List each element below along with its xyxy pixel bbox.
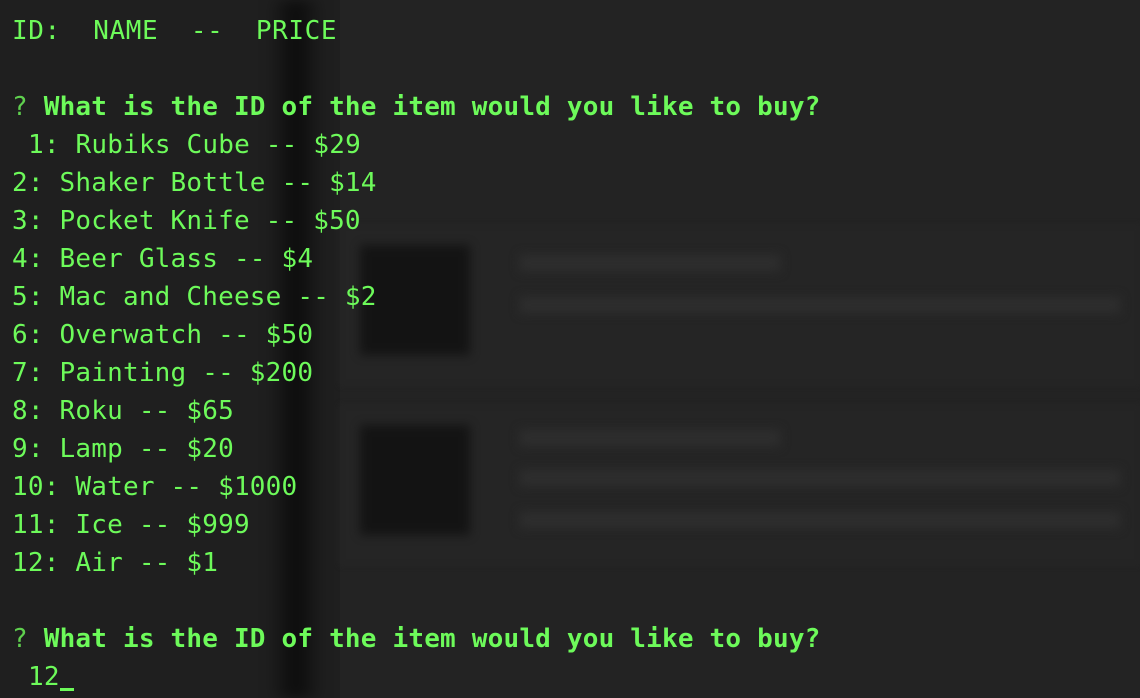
- list-item: 4: Beer Glass -- $4: [12, 244, 314, 274]
- prompt-question: ? What is the ID of the item would you l…: [12, 88, 821, 126]
- list-item: 9: Lamp -- $20: [12, 434, 234, 464]
- header-id: ID:: [12, 16, 61, 46]
- text-cursor: [59, 688, 74, 691]
- input-value[interactable]: 12: [28, 662, 60, 692]
- prompt-text: What is the ID of the item would you lik…: [43, 624, 821, 654]
- list-item: 7: Painting -- $200: [12, 358, 314, 388]
- terminal-output: ID: NAME -- PRICE ? What is the ID of th…: [12, 12, 821, 696]
- list-item: 3: Pocket Knife -- $50: [12, 206, 361, 236]
- list-item: 6: Overwatch -- $50: [12, 320, 314, 350]
- prompt-mark: ?: [12, 624, 28, 654]
- header-price: PRICE: [255, 16, 338, 46]
- header-separator: --: [190, 16, 224, 46]
- prompt-question: ? What is the ID of the item would you l…: [12, 620, 821, 658]
- prompt-text: What is the ID of the item would you lik…: [43, 92, 821, 122]
- list-item: 2: Shaker Bottle -- $14: [12, 168, 377, 198]
- terminal-window[interactable]: ID: NAME -- PRICE ? What is the ID of th…: [0, 0, 1140, 698]
- table-header: ID: NAME -- PRICE: [12, 12, 821, 50]
- list-item: 1: Rubiks Cube -- $29: [28, 130, 361, 160]
- list-item: 10: Water -- $1000: [12, 472, 298, 502]
- input-line[interactable]: 12: [12, 658, 821, 696]
- list-item: 8: Roku -- $65: [12, 396, 234, 426]
- list-item: 5: Mac and Cheese -- $2: [12, 282, 377, 312]
- header-name: NAME: [93, 16, 159, 46]
- list-item: 12: Air -- $1: [12, 548, 219, 578]
- prompt-mark: ?: [12, 92, 28, 122]
- list-item: 11: Ice -- $999: [12, 510, 250, 540]
